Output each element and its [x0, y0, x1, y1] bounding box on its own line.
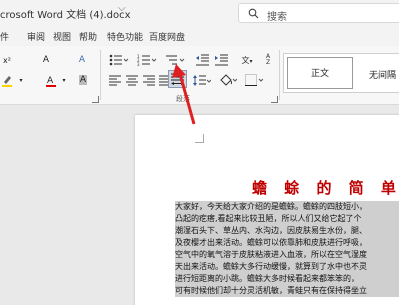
document-page[interactable]: 蟾 蜍 的 简 单 大家好，今天给大家介绍的是蟾蜍。蟾蜍的四肢短小， 凸起的疙瘩… — [135, 115, 399, 305]
sort-icon: AZ — [265, 53, 271, 66]
menu-item-help[interactable]: 帮助 — [79, 30, 97, 43]
char-shading-button[interactable]: A — [74, 73, 92, 87]
font-color-icon: A — [46, 76, 56, 87]
font-size-icon: A — [42, 55, 50, 65]
styles-gallery: 正文 无间隔 — [283, 53, 399, 93]
align-center-icon — [126, 75, 138, 85]
numbered-list-icon: 123 — [137, 54, 157, 66]
align-left-button[interactable] — [107, 73, 123, 87]
style-normal-label: 正文 — [311, 69, 330, 79]
style-no-spacing[interactable]: 无间隔 — [369, 68, 396, 81]
chinese-layout-icon: 文▾ — [241, 55, 253, 65]
highlight-button[interactable] — [0, 73, 14, 87]
page-corner-mark — [195, 134, 204, 143]
document-line: 可有时候他们却十分灵活机敏，青蛙只有在保持得坐立 — [175, 285, 399, 297]
paint-bucket-icon — [220, 74, 237, 86]
borders-button[interactable] — [243, 73, 265, 87]
document-line: 空气中的氧气溶于皮肤粘液进入血液，所以在空气湿度 — [175, 249, 399, 261]
superscript-button[interactable]: x² — [0, 53, 14, 67]
svg-text:3: 3 — [137, 62, 140, 66]
window-title: crosoft Word 文档 (4).docx — [0, 10, 131, 21]
chevron-down-icon: ▾ — [62, 76, 66, 84]
font-size-up-button[interactable]: A — [36, 53, 56, 67]
menu-item-view[interactable]: 视图 — [53, 30, 71, 43]
menu-item-special[interactable]: 特色功能 — [107, 30, 143, 43]
shading-button[interactable] — [217, 73, 239, 87]
bullets-button[interactable] — [107, 53, 131, 67]
style-no-spacing-label: 无间隔 — [369, 71, 397, 81]
align-right-button[interactable] — [141, 73, 157, 87]
search-icon — [248, 8, 259, 19]
annotation-arrow — [172, 64, 196, 125]
font-dialog-launcher[interactable] — [92, 96, 99, 103]
menu-item-baidu-netdisk[interactable]: 百度网盘 — [149, 30, 185, 43]
style-normal[interactable]: 正文 — [284, 54, 358, 92]
chevron-down-icon: ▾ — [19, 76, 23, 84]
font-color-dropdown[interactable]: ▾ — [59, 73, 69, 87]
superscript-icon: x² — [3, 55, 11, 65]
align-left-icon — [109, 75, 121, 85]
menu-item-review[interactable]: 审阅 — [27, 30, 45, 43]
document-line: 大家好，今天给大家介绍的是蟾蜍。蟾蜍的四肢短小， — [175, 201, 399, 213]
title-bar: crosoft Word 文档 (4).docx ⌵ 搜索 — [0, 0, 399, 26]
document-line: 及夜樱才出来活动。蟾蜍可以依靠肺和皮肤进行呼吸， — [175, 237, 399, 249]
document-line: 凸起的疙瘩,看起来比较丑陋，所以人们又给它起了个 — [175, 213, 399, 225]
char-shading-icon: A — [78, 75, 88, 85]
document-body[interactable]: 大家好，今天给大家介绍的是蟾蜍。蟾蜍的四肢短小， 凸起的疙瘩,看起来比较丑陋，所… — [175, 201, 399, 297]
highlight-dropdown[interactable]: ▾ — [16, 73, 26, 87]
document-line: 天出来活动。蟾蜍大多行动缓慢，就算到了水中也不灵 — [175, 261, 399, 273]
borders-icon — [245, 74, 263, 86]
title-dropdown-icon[interactable]: ⌵ — [118, 3, 126, 14]
font-color-button[interactable]: A — [44, 73, 58, 87]
ribbon-separator — [100, 50, 101, 100]
document-line: 进行短距离的小跳。蟾蜍大多时候看起来都笨笨的， — [175, 273, 399, 285]
align-center-button[interactable] — [124, 73, 140, 87]
document-line: 潮湿石头下、草丛内、水沟边，因皮肤易生水份，腿、 — [175, 225, 399, 237]
sort-button[interactable]: AZ — [260, 53, 276, 67]
numbering-button[interactable]: 123 — [135, 53, 159, 67]
clear-format-icon: A — [78, 55, 86, 65]
paragraph-dialog-launcher[interactable] — [271, 96, 278, 103]
align-right-icon — [143, 75, 155, 85]
menu-bar: 件 审阅 视图 帮助 特色功能 百度网盘 — [0, 26, 399, 46]
bullet-list-icon — [109, 54, 129, 66]
highlighter-icon — [2, 75, 12, 87]
chinese-layout-button[interactable]: 文▾ — [238, 53, 256, 67]
search-placeholder: 搜索 — [267, 12, 287, 23]
svg-text:A: A — [47, 76, 54, 86]
ribbon-separator — [279, 50, 280, 100]
search-box[interactable]: 搜索 — [238, 3, 399, 23]
menu-item-file[interactable]: 件 — [0, 30, 9, 43]
clear-format-button[interactable]: A — [72, 53, 92, 67]
document-title: 蟾 蜍 的 简 单 — [252, 179, 399, 197]
